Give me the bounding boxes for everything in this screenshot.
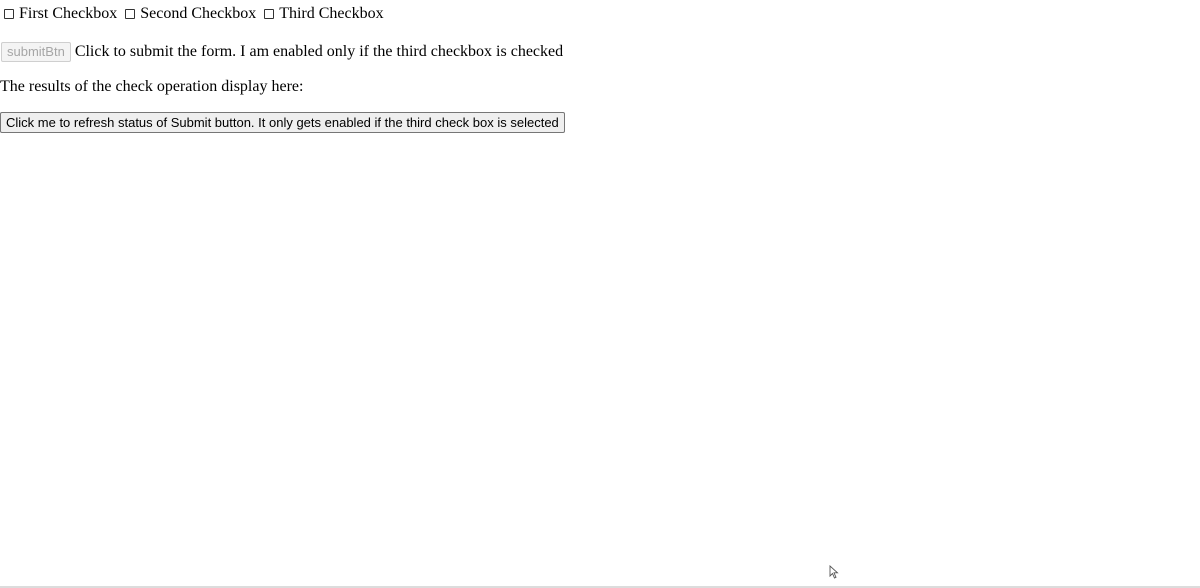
refresh-status-button[interactable]: Click me to refresh status of Submit but…: [0, 112, 565, 133]
arrow-pointer-icon: [829, 565, 839, 579]
third-checkbox-label: Third Checkbox: [279, 5, 384, 22]
second-checkbox-label: Second Checkbox: [140, 5, 257, 22]
first-checkbox[interactable]: [4, 9, 14, 19]
submit-row: submitBtn Click to submit the form. I am…: [0, 42, 563, 62]
first-checkbox-label: First Checkbox: [19, 5, 118, 22]
refresh-row: Click me to refresh status of Submit but…: [0, 112, 565, 133]
submit-button[interactable]: submitBtn: [1, 42, 71, 62]
submit-description: Click to submit the form. I am enabled o…: [74, 43, 564, 60]
checkbox-row: First Checkbox Second Checkbox Third Che…: [0, 5, 387, 23]
results-text: The results of the check operation displ…: [0, 78, 304, 95]
third-checkbox[interactable]: [264, 9, 275, 19]
second-checkbox[interactable]: [125, 9, 136, 19]
